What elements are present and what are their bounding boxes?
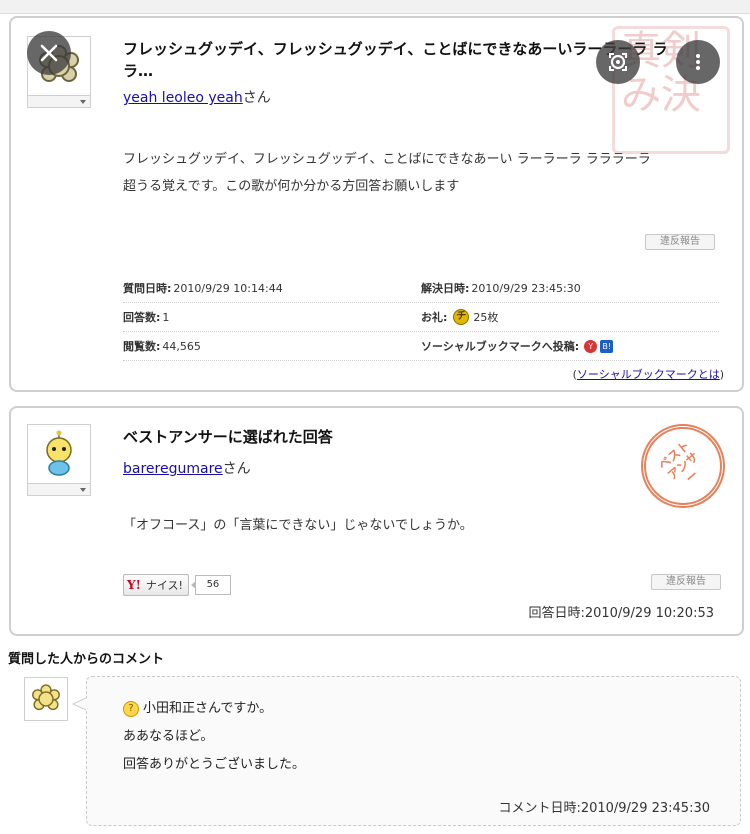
social-label: ソーシャルブックマークへ投稿: [421, 340, 580, 353]
commenter-avatar[interactable] [24, 677, 68, 721]
resolved-value: 2010/9/29 23:45:30 [471, 281, 581, 295]
info-row: 質問日時: 2010/9/29 10:14:44 解決日時: 2010/9/29 2… [123, 274, 719, 303]
best-answer-card: ベストアンサーに選ばれた回答 bareregumareさん 「オフコース」の「言… [9, 406, 744, 636]
questioner-line: yeah leoleo yeahさん [123, 87, 271, 107]
user-suffix: さん [242, 90, 271, 106]
answers-label: 回答数: [123, 311, 161, 324]
question-info-table: 質問日時: 2010/9/29 10:14:44 解決日時: 2010/9/29 2… [123, 274, 719, 361]
reward-label: お礼: [421, 311, 448, 324]
nice-label: ナイス! [145, 579, 183, 592]
avatar-image [28, 425, 90, 483]
answered-at: 回答日時:2010/9/29 10:20:53 [528, 606, 714, 621]
asked-label: 質問日時: [123, 282, 172, 295]
more-options-icon[interactable] [676, 40, 720, 84]
reward-value: 25枚 [473, 311, 499, 324]
hatena-bookmark-icon[interactable]: B! [600, 339, 614, 353]
question-body-line2: 超うる覚えです。この歌が何か分かる方回答お願いします [123, 179, 460, 194]
chevron-down-icon [80, 100, 86, 104]
top-bar [0, 0, 750, 14]
yahoo-bookmark-icon[interactable]: Y [584, 339, 598, 353]
thinking-face-icon: ? [123, 701, 139, 717]
avatar-menu[interactable] [28, 95, 90, 107]
avatar-menu[interactable] [28, 483, 90, 495]
comment-text: ? 小田和正さんですか。 ああなるほど。 回答ありがとうございました。 [123, 695, 305, 779]
comment-line2: ああなるほど。 [123, 729, 214, 744]
comment-line3: 回答ありがとうございました。 [123, 757, 306, 772]
comment-line1: 小田和正さんですか。 [143, 701, 273, 716]
coin-icon: チ [453, 309, 470, 325]
best-answer-stamp-text: ベスト アンサー [655, 438, 702, 486]
best-answer-stamp: ベスト アンサー [641, 424, 725, 508]
nice-count: 56 [190, 575, 231, 595]
user-suffix: さん [222, 461, 251, 477]
character-avatar-icon [46, 430, 72, 476]
social-bookmark-help: (ソーシャルブックマークとは) [573, 366, 724, 382]
answerer-avatar[interactable] [27, 424, 91, 496]
nice-widget: Y! ナイス! 56 [123, 574, 231, 596]
info-row: 回答数: 1 お礼: チ 25枚 [123, 303, 719, 332]
answerer-line: bareregumareさん [123, 458, 251, 478]
nice-button[interactable]: Y! ナイス! [123, 574, 189, 596]
questioner-link[interactable]: yeah leoleo yeah [123, 90, 243, 106]
resolved-label: 解決日時: [421, 282, 470, 295]
bubble-tail-inner [74, 698, 87, 710]
paren-close: ) [719, 368, 724, 381]
close-icon[interactable] [27, 31, 71, 75]
answerer-link[interactable]: bareregumare [123, 461, 223, 477]
answers-value: 1 [162, 310, 170, 324]
comment-date: コメント日時:2010/9/29 23:45:30 [498, 801, 710, 816]
social-bookmark-link[interactable]: ソーシャルブックマークとは [577, 368, 720, 381]
best-answer-body: 「オフコース」の「言葉にできない」じゃないでしょうか。 [123, 518, 473, 533]
flower-avatar-icon [32, 684, 60, 711]
report-button[interactable]: 違反報告 [651, 574, 721, 590]
chevron-down-icon [80, 488, 86, 492]
best-answer-heading: ベストアンサーに選ばれた回答 [123, 428, 333, 446]
comment-heading: 質問した人からのコメント [8, 652, 165, 667]
question-body: フレッシュグッデイ、フレッシュグッデイ、ことばにできなあーい ラーラーラ ラララ… [123, 146, 703, 200]
info-row: 閲覧数: 44,565 ソーシャルブックマークへ投稿: Y B! [123, 332, 719, 361]
lens-icon[interactable] [596, 40, 640, 84]
yahoo-logo-icon: Y! [127, 578, 141, 592]
views-value: 44,565 [162, 339, 201, 353]
report-button[interactable]: 違反報告 [645, 234, 715, 250]
views-label: 閲覧数: [123, 340, 161, 353]
asked-value: 2010/9/29 10:14:44 [173, 281, 283, 295]
comment-bubble: ? 小田和正さんですか。 ああなるほど。 回答ありがとうございました。 コメント日… [86, 676, 741, 826]
